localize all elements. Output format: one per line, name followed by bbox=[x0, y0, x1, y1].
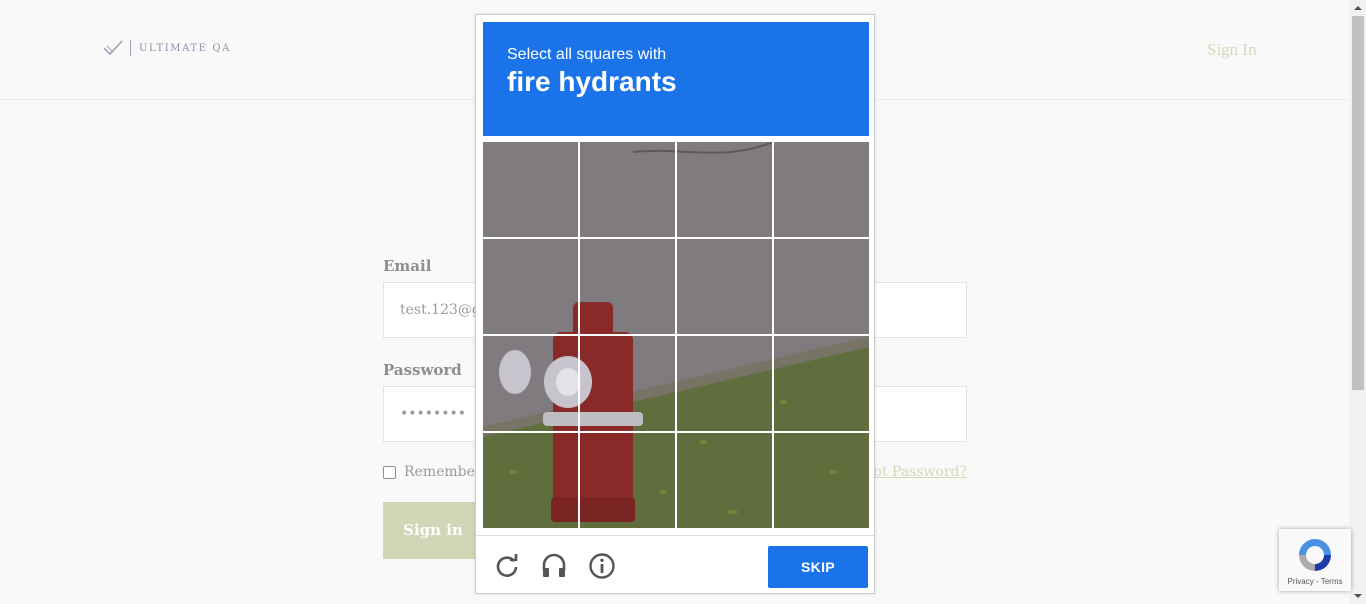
captcha-tile[interactable] bbox=[483, 239, 578, 334]
captcha-tile-image bbox=[580, 142, 675, 237]
reload-icon[interactable] bbox=[493, 552, 521, 580]
captcha-tile[interactable] bbox=[483, 433, 578, 528]
logo-divider bbox=[130, 40, 131, 56]
scroll-thumb[interactable] bbox=[1352, 16, 1364, 390]
captcha-footer: SKIP bbox=[476, 535, 874, 593]
captcha-tile-image bbox=[580, 336, 675, 431]
captcha-tile[interactable] bbox=[580, 142, 675, 237]
captcha-tile-image bbox=[677, 433, 772, 528]
captcha-tile[interactable] bbox=[677, 433, 772, 528]
captcha-instruction: Select all squares with bbox=[507, 46, 667, 63]
captcha-tile-image bbox=[677, 336, 772, 431]
scroll-up-arrow-icon[interactable] bbox=[1350, 0, 1366, 16]
captcha-tile[interactable] bbox=[580, 239, 675, 334]
captcha-tile[interactable] bbox=[677, 142, 772, 237]
captcha-tile-image bbox=[580, 239, 675, 334]
audio-headphones-icon[interactable] bbox=[540, 552, 568, 580]
captcha-tile-image bbox=[483, 336, 578, 431]
captcha-tile-image bbox=[774, 433, 869, 528]
captcha-tile[interactable] bbox=[580, 336, 675, 431]
captcha-tile-image bbox=[774, 336, 869, 431]
remember-checkbox[interactable] bbox=[383, 465, 396, 479]
email-label: Email bbox=[383, 257, 432, 275]
captcha-tile[interactable] bbox=[483, 142, 578, 237]
page-scrollbar[interactable] bbox=[1350, 0, 1366, 604]
captcha-challenge: Select all squares with fire hydrants SK… bbox=[475, 14, 875, 594]
recaptcha-privacy-terms[interactable]: Privacy - Terms bbox=[1279, 577, 1351, 586]
captcha-header: Select all squares with fire hydrants bbox=[483, 22, 869, 136]
captcha-tile[interactable] bbox=[774, 433, 869, 528]
recaptcha-badge[interactable]: Privacy - Terms bbox=[1279, 529, 1351, 591]
captcha-tile-image bbox=[677, 239, 772, 334]
checkmark-logo-icon bbox=[103, 40, 123, 56]
signin-button[interactable]: Sign in bbox=[383, 502, 483, 559]
remember-me[interactable]: Remember bbox=[383, 464, 482, 480]
header-signin-link[interactable]: Sign In bbox=[1207, 40, 1257, 60]
password-label: Password bbox=[383, 361, 462, 379]
remember-label: Remember bbox=[404, 464, 482, 480]
captcha-tile[interactable] bbox=[677, 239, 772, 334]
forgot-password-link[interactable]: got Password? bbox=[864, 464, 967, 480]
skip-button[interactable]: SKIP bbox=[768, 546, 868, 588]
captcha-tile-image bbox=[677, 142, 772, 237]
recaptcha-logo-icon bbox=[1299, 539, 1331, 571]
captcha-image-grid bbox=[483, 142, 869, 528]
captcha-tile-image bbox=[774, 142, 869, 237]
site-logo[interactable]: ULTIMATE QA bbox=[102, 39, 231, 57]
logo-text: ULTIMATE QA bbox=[139, 42, 231, 54]
captcha-tile-image bbox=[483, 239, 578, 334]
scroll-down-arrow-icon[interactable] bbox=[1350, 588, 1366, 604]
captcha-tile-image bbox=[483, 433, 578, 528]
captcha-tile[interactable] bbox=[774, 142, 869, 237]
captcha-tile[interactable] bbox=[774, 336, 869, 431]
captcha-tile-image bbox=[774, 239, 869, 334]
captcha-tile[interactable] bbox=[580, 433, 675, 528]
captcha-tile-image bbox=[483, 142, 578, 237]
captcha-tile-image bbox=[580, 433, 675, 528]
captcha-tile[interactable] bbox=[677, 336, 772, 431]
captcha-target: fire hydrants bbox=[507, 66, 677, 97]
info-icon[interactable] bbox=[588, 552, 616, 580]
captcha-tile[interactable] bbox=[774, 239, 869, 334]
captcha-tile[interactable] bbox=[483, 336, 578, 431]
